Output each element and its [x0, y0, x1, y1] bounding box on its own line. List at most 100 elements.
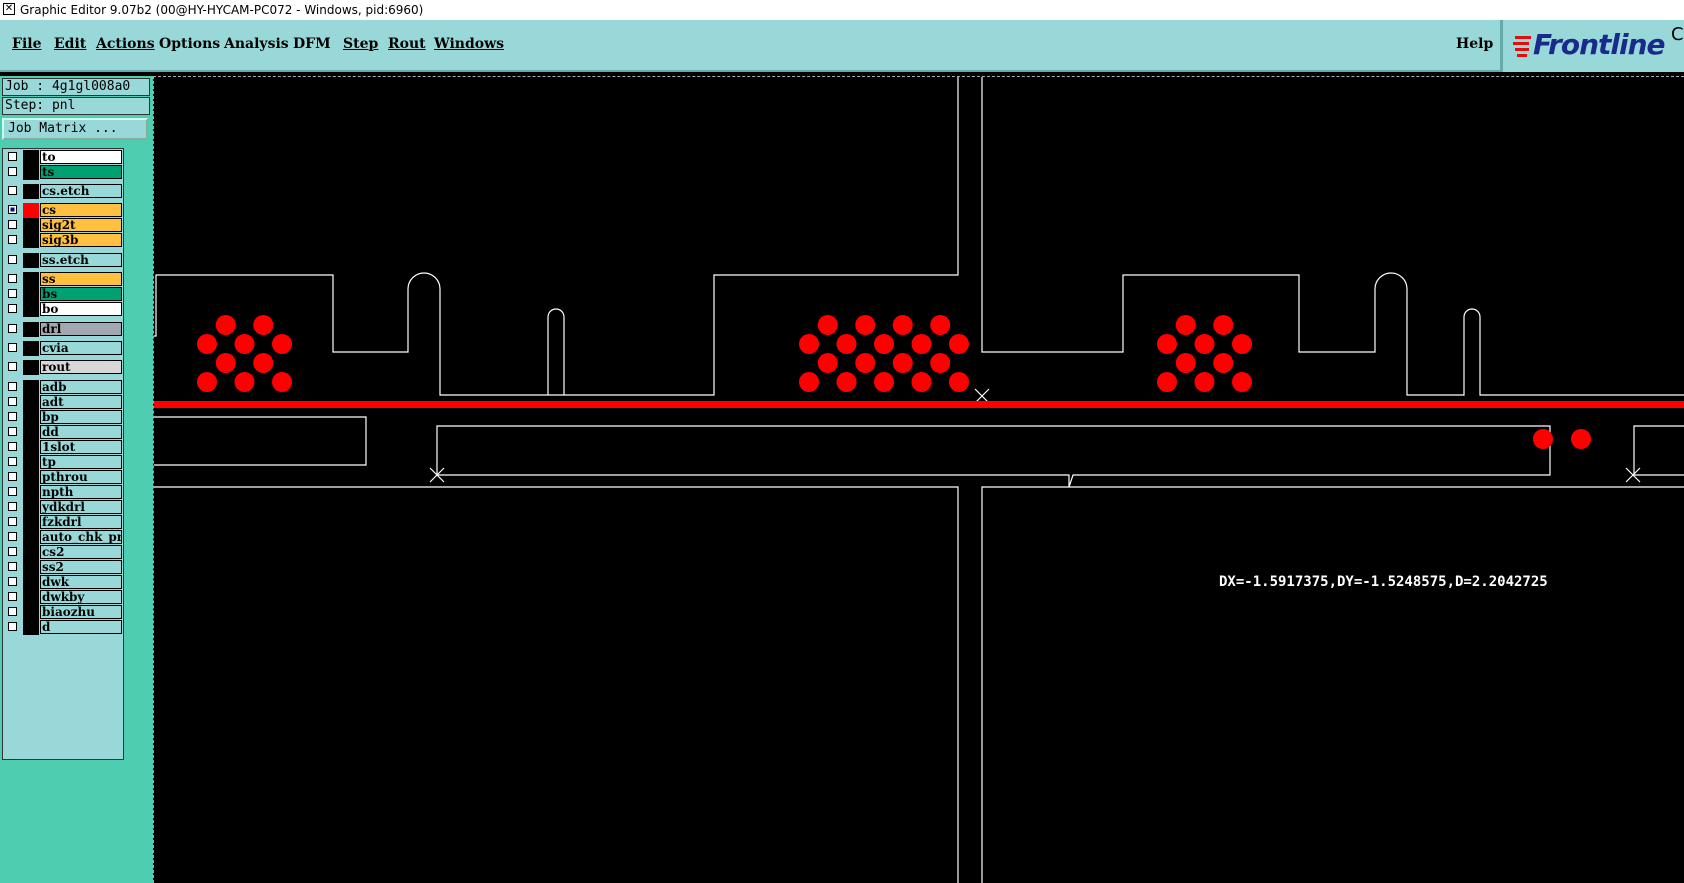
layer-name[interactable]: ts	[40, 165, 122, 179]
layer-name[interactable]: dwkby	[40, 590, 122, 604]
layer-row-adt[interactable]: adt	[3, 395, 123, 410]
layer-name[interactable]: adt	[40, 395, 122, 409]
layer-name[interactable]: sig3b	[40, 233, 122, 247]
layer-name[interactable]: d	[40, 620, 122, 634]
layer-row-rout[interactable]: rout	[3, 360, 123, 375]
layer-color-swatch[interactable]	[23, 440, 39, 455]
layer-name[interactable]: cs2	[40, 545, 122, 559]
layer-row-cs2[interactable]: cs2	[3, 545, 123, 560]
layer-name[interactable]: adb	[40, 380, 122, 394]
layer-row-d[interactable]: d	[3, 620, 123, 635]
layer-row-npth[interactable]: npth	[3, 485, 123, 500]
layer-row-bs[interactable]: bs	[3, 287, 123, 302]
layer-row-bo[interactable]: bo	[3, 302, 123, 317]
layer-name[interactable]: rout	[40, 360, 122, 374]
menu-windows[interactable]: Windows	[434, 36, 504, 52]
layer-color-swatch[interactable]	[23, 455, 39, 470]
layer-name[interactable]: ss	[40, 272, 122, 286]
layer-color-swatch[interactable]	[23, 605, 39, 620]
layer-row-pthrou[interactable]: pthrou	[3, 470, 123, 485]
layer-row-drl[interactable]: drl	[3, 322, 123, 337]
menu-actions[interactable]: Actions	[96, 36, 155, 52]
layer-color-swatch[interactable]	[23, 470, 39, 485]
layer-checkbox[interactable]	[8, 577, 17, 586]
layer-checkbox[interactable]	[8, 607, 17, 616]
layer-name[interactable]: sig2t	[40, 218, 122, 232]
layer-color-swatch[interactable]	[23, 322, 39, 337]
layer-name[interactable]: cs.etch	[40, 184, 122, 198]
layer-checkbox[interactable]	[8, 397, 17, 406]
layer-checkbox[interactable]	[8, 427, 17, 436]
layer-name[interactable]: 1slot	[40, 440, 122, 454]
layer-name[interactable]: to	[40, 150, 122, 164]
menu-options[interactable]: Options	[159, 36, 220, 52]
layer-name[interactable]: npth	[40, 485, 122, 499]
layer-color-swatch[interactable]	[23, 410, 39, 425]
layer-color-swatch[interactable]	[23, 620, 39, 635]
layer-checkbox[interactable]	[8, 289, 17, 298]
layer-checkbox[interactable]	[8, 205, 17, 214]
layer-row-ydkdrl[interactable]: ydkdrl	[3, 500, 123, 515]
menu-help[interactable]: Help	[1456, 36, 1493, 52]
layer-name[interactable]: bo	[40, 302, 122, 316]
layer-row-ts[interactable]: ts	[3, 165, 123, 180]
layer-name[interactable]: bs	[40, 287, 122, 301]
layer-row-to[interactable]: to	[3, 150, 123, 165]
layer-color-swatch[interactable]	[23, 500, 39, 515]
menu-step[interactable]: Step	[343, 36, 378, 52]
layer-row-ss-etch[interactable]: ss.etch	[3, 253, 123, 268]
layer-color-swatch[interactable]	[23, 203, 39, 218]
layer-checkbox[interactable]	[8, 167, 17, 176]
layer-row-dd[interactable]: dd	[3, 425, 123, 440]
layer-checkbox[interactable]	[8, 255, 17, 264]
layer-name[interactable]: biaozhu	[40, 605, 122, 619]
layer-row-1slot[interactable]: 1slot	[3, 440, 123, 455]
layer-row-fzkdrl[interactable]: fzkdrl	[3, 515, 123, 530]
layer-row-cs[interactable]: cs	[3, 203, 123, 218]
layer-color-swatch[interactable]	[23, 165, 39, 180]
layer-color-swatch[interactable]	[23, 530, 39, 545]
layer-checkbox[interactable]	[8, 487, 17, 496]
layer-checkbox[interactable]	[8, 152, 17, 161]
layer-color-swatch[interactable]	[23, 545, 39, 560]
layer-checkbox[interactable]	[8, 457, 17, 466]
layer-row-auto-chk-pn[interactable]: auto_chk_pn	[3, 530, 123, 545]
layer-name[interactable]: auto_chk_pn	[40, 530, 122, 544]
layer-checkbox[interactable]	[8, 324, 17, 333]
menu-file[interactable]: File	[12, 36, 41, 52]
layer-name[interactable]: fzkdrl	[40, 515, 122, 529]
layer-checkbox[interactable]	[8, 547, 17, 556]
layer-color-swatch[interactable]	[23, 360, 39, 375]
layer-name[interactable]: drl	[40, 322, 122, 336]
layer-checkbox[interactable]	[8, 622, 17, 631]
layer-row-ss2[interactable]: ss2	[3, 560, 123, 575]
layer-checkbox[interactable]	[8, 412, 17, 421]
layer-row-ss[interactable]: ss	[3, 272, 123, 287]
layer-checkbox[interactable]	[8, 442, 17, 451]
layer-name[interactable]: ss2	[40, 560, 122, 574]
layer-checkbox[interactable]	[8, 382, 17, 391]
layer-color-swatch[interactable]	[23, 395, 39, 410]
layer-checkbox[interactable]	[8, 235, 17, 244]
layer-name[interactable]: tp	[40, 455, 122, 469]
layer-color-swatch[interactable]	[23, 515, 39, 530]
layer-name[interactable]: dwk	[40, 575, 122, 589]
layer-color-swatch[interactable]	[23, 575, 39, 590]
layer-row-cs-etch[interactable]: cs.etch	[3, 184, 123, 199]
layer-color-swatch[interactable]	[23, 184, 39, 199]
job-matrix-button[interactable]: Job Matrix ...	[2, 118, 148, 140]
layer-row-adb[interactable]: adb	[3, 380, 123, 395]
layer-checkbox[interactable]	[8, 532, 17, 541]
layer-name[interactable]: cvia	[40, 341, 122, 355]
layer-row-sig3b[interactable]: sig3b	[3, 233, 123, 248]
layer-checkbox[interactable]	[8, 362, 17, 371]
menu-analysis[interactable]: Analysis	[224, 36, 289, 52]
layer-checkbox[interactable]	[8, 274, 17, 283]
layer-color-swatch[interactable]	[23, 425, 39, 440]
layer-row-tp[interactable]: tp	[3, 455, 123, 470]
layer-color-swatch[interactable]	[23, 341, 39, 356]
layer-color-swatch[interactable]	[23, 253, 39, 268]
menu-dfm[interactable]: DFM	[293, 36, 331, 52]
layer-checkbox[interactable]	[8, 186, 17, 195]
layer-color-swatch[interactable]	[23, 272, 39, 287]
